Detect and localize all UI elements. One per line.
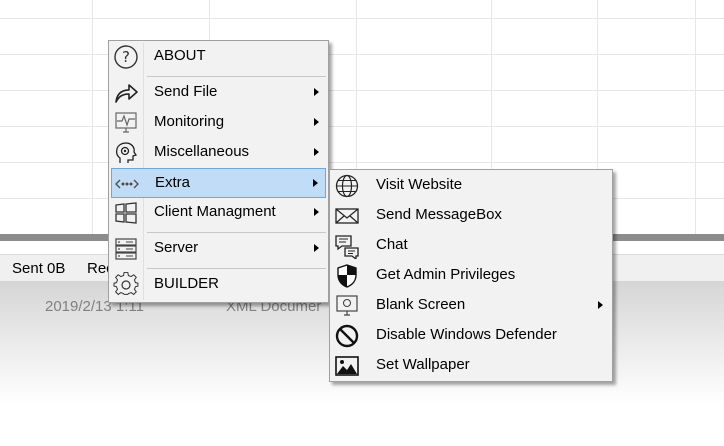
submenu-arrow-icon	[314, 148, 319, 156]
shield-icon	[334, 263, 360, 289]
menu-item-disable-defender[interactable]: Disable Windows Defender	[332, 321, 610, 351]
menu-item-client-management[interactable]: Client Managment	[111, 198, 326, 228]
sent-status: Sent 0B	[12, 260, 66, 277]
share-arrow-icon	[113, 80, 139, 106]
submenu-arrow-icon	[313, 179, 318, 187]
submenu-arrow-icon	[314, 88, 319, 96]
menu-item-send-file[interactable]: Send File	[111, 78, 326, 108]
question-icon: ?	[113, 44, 139, 70]
chat-icon	[334, 233, 360, 259]
prohibit-icon	[334, 323, 360, 349]
desktop-icon	[334, 293, 360, 319]
submenu-arrow-icon	[314, 208, 319, 216]
submenu-arrow-icon	[598, 301, 603, 309]
menu-item-blank-screen[interactable]: Blank Screen	[332, 291, 610, 321]
gear-icon	[113, 272, 139, 298]
menu-item-set-wallpaper[interactable]: Set Wallpaper	[332, 351, 610, 381]
envelope-icon	[334, 203, 360, 229]
windows-icon	[113, 200, 139, 226]
network-dots-icon	[114, 171, 140, 197]
menu-item-send-messagebox[interactable]: Send MessageBox	[332, 201, 610, 231]
server-icon	[113, 236, 139, 262]
submenu-arrow-icon	[314, 244, 319, 252]
globe-icon	[334, 173, 360, 199]
context-menu: ? ABOUT Send File Monitoring Miscellaneo…	[108, 40, 329, 303]
menu-item-chat[interactable]: Chat	[332, 231, 610, 261]
menu-item-builder[interactable]: BUILDER	[111, 270, 326, 300]
menu-item-about[interactable]: ? ABOUT	[111, 42, 326, 72]
menu-item-miscellaneous[interactable]: Miscellaneous	[111, 138, 326, 168]
gear-head-icon	[113, 140, 139, 166]
menu-item-monitoring[interactable]: Monitoring	[111, 108, 326, 138]
menu-item-visit-website[interactable]: Visit Website	[332, 171, 610, 201]
menu-item-admin-privileges[interactable]: Get Admin Privileges	[332, 261, 610, 291]
svg-text:?: ?	[122, 48, 130, 66]
menu-item-server[interactable]: Server	[111, 234, 326, 264]
submenu-arrow-icon	[314, 118, 319, 126]
image-icon	[334, 353, 360, 379]
menu-item-extra[interactable]: Extra	[111, 168, 326, 198]
extra-submenu: Visit Website Send MessageBox Chat Get A…	[329, 169, 613, 382]
monitor-pulse-icon	[113, 110, 139, 136]
